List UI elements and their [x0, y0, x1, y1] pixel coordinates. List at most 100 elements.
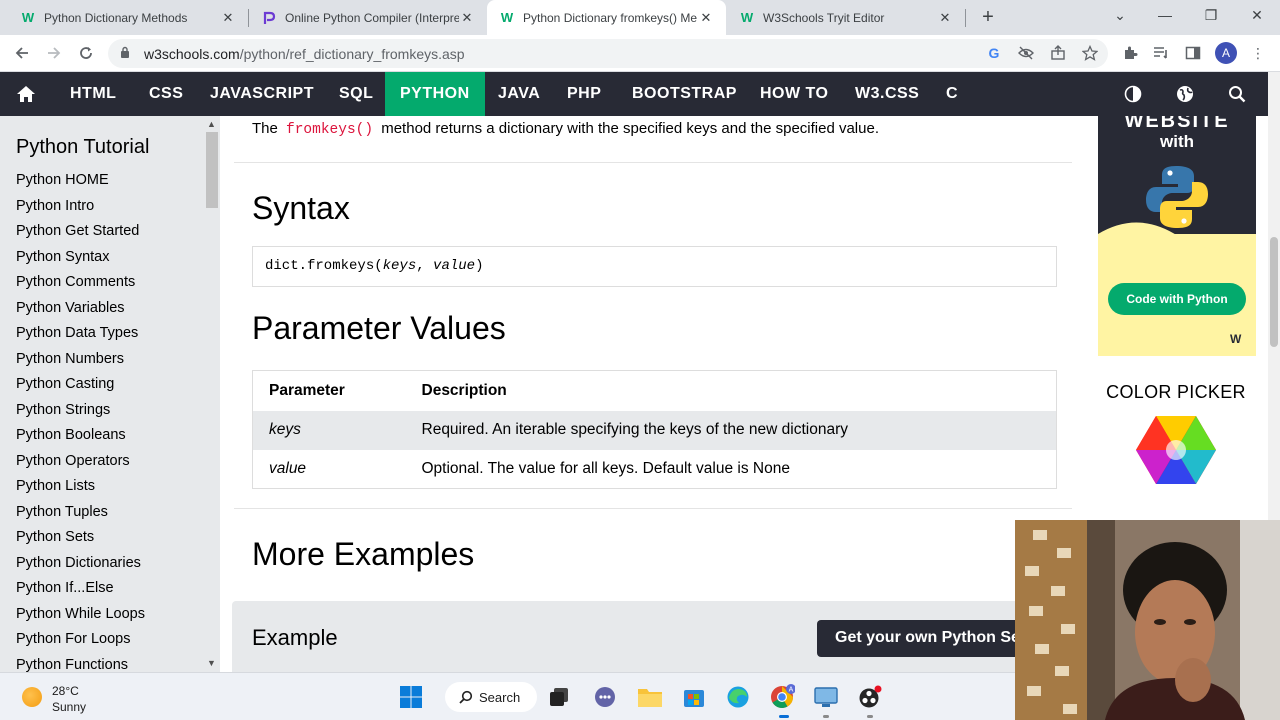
eye-off-icon[interactable]: [1016, 43, 1036, 63]
sidebar-link[interactable]: Python Dictionaries: [16, 554, 145, 580]
nav-css[interactable]: CSS: [134, 72, 198, 116]
tab-search-icon[interactable]: ⌄: [1097, 0, 1143, 30]
home-icon[interactable]: [8, 72, 44, 116]
sidebar-link[interactable]: Python Functions: [16, 656, 145, 673]
taskbar-search[interactable]: Search: [445, 682, 537, 712]
reading-list-icon[interactable]: [1151, 43, 1171, 63]
google-icon[interactable]: G: [984, 43, 1004, 63]
nav-html[interactable]: HTML: [55, 72, 131, 116]
browser-tab-2[interactable]: Online Python Compiler (Interpre ✕: [249, 0, 487, 35]
nav-sql[interactable]: SQL: [324, 72, 388, 116]
code-with-python-button[interactable]: Code with Python: [1108, 283, 1246, 315]
sidebar-link[interactable]: Python Comments: [16, 273, 145, 299]
side-panel-icon[interactable]: [1183, 43, 1203, 63]
sidebar-link[interactable]: Python Numbers: [16, 350, 145, 376]
sidebar-link[interactable]: Python Tuples: [16, 503, 145, 529]
close-tab-icon[interactable]: ✕: [220, 10, 236, 26]
sidebar-link[interactable]: Python Strings: [16, 401, 145, 427]
parameter-table: Parameter Description keys Required. An …: [252, 370, 1057, 489]
browser-tab-4[interactable]: W W3Schools Tryit Editor ✕: [727, 0, 965, 35]
table-cell: keys: [269, 421, 301, 438]
nav-php[interactable]: PHP: [552, 72, 616, 116]
weather-text: Sunny: [52, 700, 87, 714]
microsoft-store-icon[interactable]: [678, 681, 710, 713]
sidebar-link[interactable]: Python HOME: [16, 171, 145, 197]
close-tab-icon[interactable]: ✕: [459, 10, 475, 26]
scroll-down-arrow-icon[interactable]: ▼: [207, 658, 216, 668]
remote-desktop-running-indicator: [823, 715, 829, 718]
new-tab-button[interactable]: +: [977, 6, 999, 28]
obs-studio-icon[interactable]: [854, 681, 886, 713]
url-domain: w3schools.com: [144, 45, 240, 62]
globe-icon[interactable]: [1167, 72, 1203, 116]
close-tab-icon[interactable]: ✕: [698, 10, 714, 26]
edge-browser-icon[interactable]: [722, 681, 754, 713]
sidebar-link[interactable]: Python Syntax: [16, 248, 145, 274]
color-picker-title[interactable]: COLOR PICKER: [1096, 382, 1256, 403]
weather-sun-icon[interactable]: [22, 687, 42, 707]
more-menu-icon[interactable]: ⋮: [1248, 43, 1268, 63]
address-bar[interactable]: w3schools.com/python/ref_dictionary_from…: [108, 39, 1108, 68]
scroll-up-arrow-icon[interactable]: ▲: [207, 119, 216, 129]
sidebar-scrollbar[interactable]: ▲ ▼: [204, 116, 220, 672]
sidebar-link[interactable]: Python If...Else: [16, 579, 145, 605]
remote-desktop-icon[interactable]: [810, 681, 842, 713]
nav-howto[interactable]: HOW TO: [745, 72, 843, 116]
column-header: Parameter: [269, 381, 345, 399]
color-picker-icon[interactable]: [1136, 414, 1216, 486]
share-icon[interactable]: [1048, 43, 1068, 63]
browser-tab-1[interactable]: W Python Dictionary Methods ✕: [8, 0, 248, 35]
sidebar-link[interactable]: Python Get Started: [16, 222, 145, 248]
search-icon[interactable]: [1219, 72, 1255, 116]
page-scrollbar-thumb[interactable]: [1270, 237, 1278, 347]
tab-title: Online Python Compiler (Interpre: [285, 10, 459, 25]
sidebar-scrollbar-thumb[interactable]: [206, 132, 218, 208]
w3schools-icon: W: [500, 10, 514, 25]
lock-icon: [120, 46, 134, 61]
close-window-icon[interactable]: ✕: [1234, 0, 1280, 30]
browser-tab-3-active[interactable]: W Python Dictionary fromkeys() Me ✕: [487, 0, 726, 35]
dark-mode-icon[interactable]: [1115, 72, 1151, 116]
reload-icon[interactable]: [74, 41, 98, 65]
restore-icon[interactable]: ❐: [1188, 0, 1234, 30]
sidebar-link[interactable]: Python Sets: [16, 528, 145, 554]
sidebar-link[interactable]: Python For Loops: [16, 630, 145, 656]
sidebar-title: Python Tutorial: [16, 136, 150, 158]
task-view-icon[interactable]: [543, 681, 575, 713]
back-arrow-icon[interactable]: [10, 41, 34, 65]
bookmark-star-icon[interactable]: [1080, 43, 1100, 63]
sidebar-link[interactable]: Python Data Types: [16, 324, 145, 350]
nav-c[interactable]: C: [931, 72, 973, 116]
parameter-values-heading: Parameter Values: [252, 310, 506, 346]
close-tab-icon[interactable]: ✕: [937, 10, 953, 26]
teams-chat-icon[interactable]: [589, 681, 621, 713]
sidebar-link[interactable]: Python Intro: [16, 197, 145, 223]
file-explorer-icon[interactable]: [634, 681, 666, 713]
weather-widget[interactable]: 28°C Sunny: [52, 683, 86, 715]
method-description: The fromkeys() method returns a dictiona…: [252, 120, 879, 138]
tutorial-sidebar: Python Tutorial Python HOME Python Intro P…: [0, 116, 220, 672]
forward-arrow-icon[interactable]: [42, 41, 66, 65]
column-header: Description: [421, 381, 507, 399]
sidebar-link[interactable]: Python Variables: [16, 299, 145, 325]
nav-w3css[interactable]: W3.CSS: [840, 72, 934, 116]
nav-javascript[interactable]: JAVASCRIPT: [195, 72, 329, 116]
python-ad-banner[interactable]: WEBSITE with Code with Python W: [1098, 116, 1256, 356]
minimize-icon[interactable]: —: [1142, 0, 1188, 30]
nav-python[interactable]: PYTHON: [385, 72, 485, 116]
sidebar-link[interactable]: Python While Loops: [16, 605, 145, 631]
w3schools-icon: W: [740, 10, 754, 25]
profile-avatar[interactable]: A: [1215, 42, 1237, 64]
nav-bootstrap[interactable]: BOOTSTRAP: [617, 72, 752, 116]
sidebar-link[interactable]: Python Casting: [16, 375, 145, 401]
sidebar-link[interactable]: Python Operators: [16, 452, 145, 478]
syntax-heading: Syntax: [252, 190, 350, 226]
nav-java[interactable]: JAVA: [483, 72, 555, 116]
extensions-icon[interactable]: [1120, 43, 1140, 63]
taskbar-search-icon: [459, 690, 473, 704]
sidebar-link[interactable]: Python Booleans: [16, 426, 145, 452]
sidebar-link[interactable]: Python Lists: [16, 477, 145, 503]
w3schools-logo-icon: W: [1230, 332, 1242, 346]
chrome-browser-icon[interactable]: A: [766, 681, 798, 713]
windows-start-icon[interactable]: [395, 681, 427, 713]
